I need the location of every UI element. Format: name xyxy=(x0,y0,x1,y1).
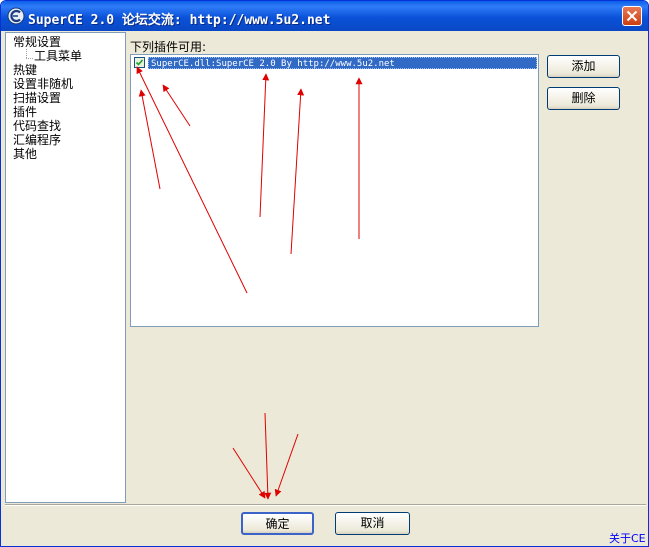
annotation-arrows xyxy=(136,66,363,500)
annotation-arrow xyxy=(290,88,305,255)
annotation-arrow xyxy=(259,73,270,218)
annotation-arrow xyxy=(274,433,299,497)
dialog-window: SuperCE 2.0 论坛交流: http://www.5u2.net 常规设… xyxy=(0,0,649,547)
annotation-arrow xyxy=(232,447,266,499)
annotation-arrow xyxy=(138,89,161,190)
annotation-arrow xyxy=(264,412,272,500)
annotation-arrow xyxy=(162,84,191,127)
annotation-arrow xyxy=(136,66,248,294)
